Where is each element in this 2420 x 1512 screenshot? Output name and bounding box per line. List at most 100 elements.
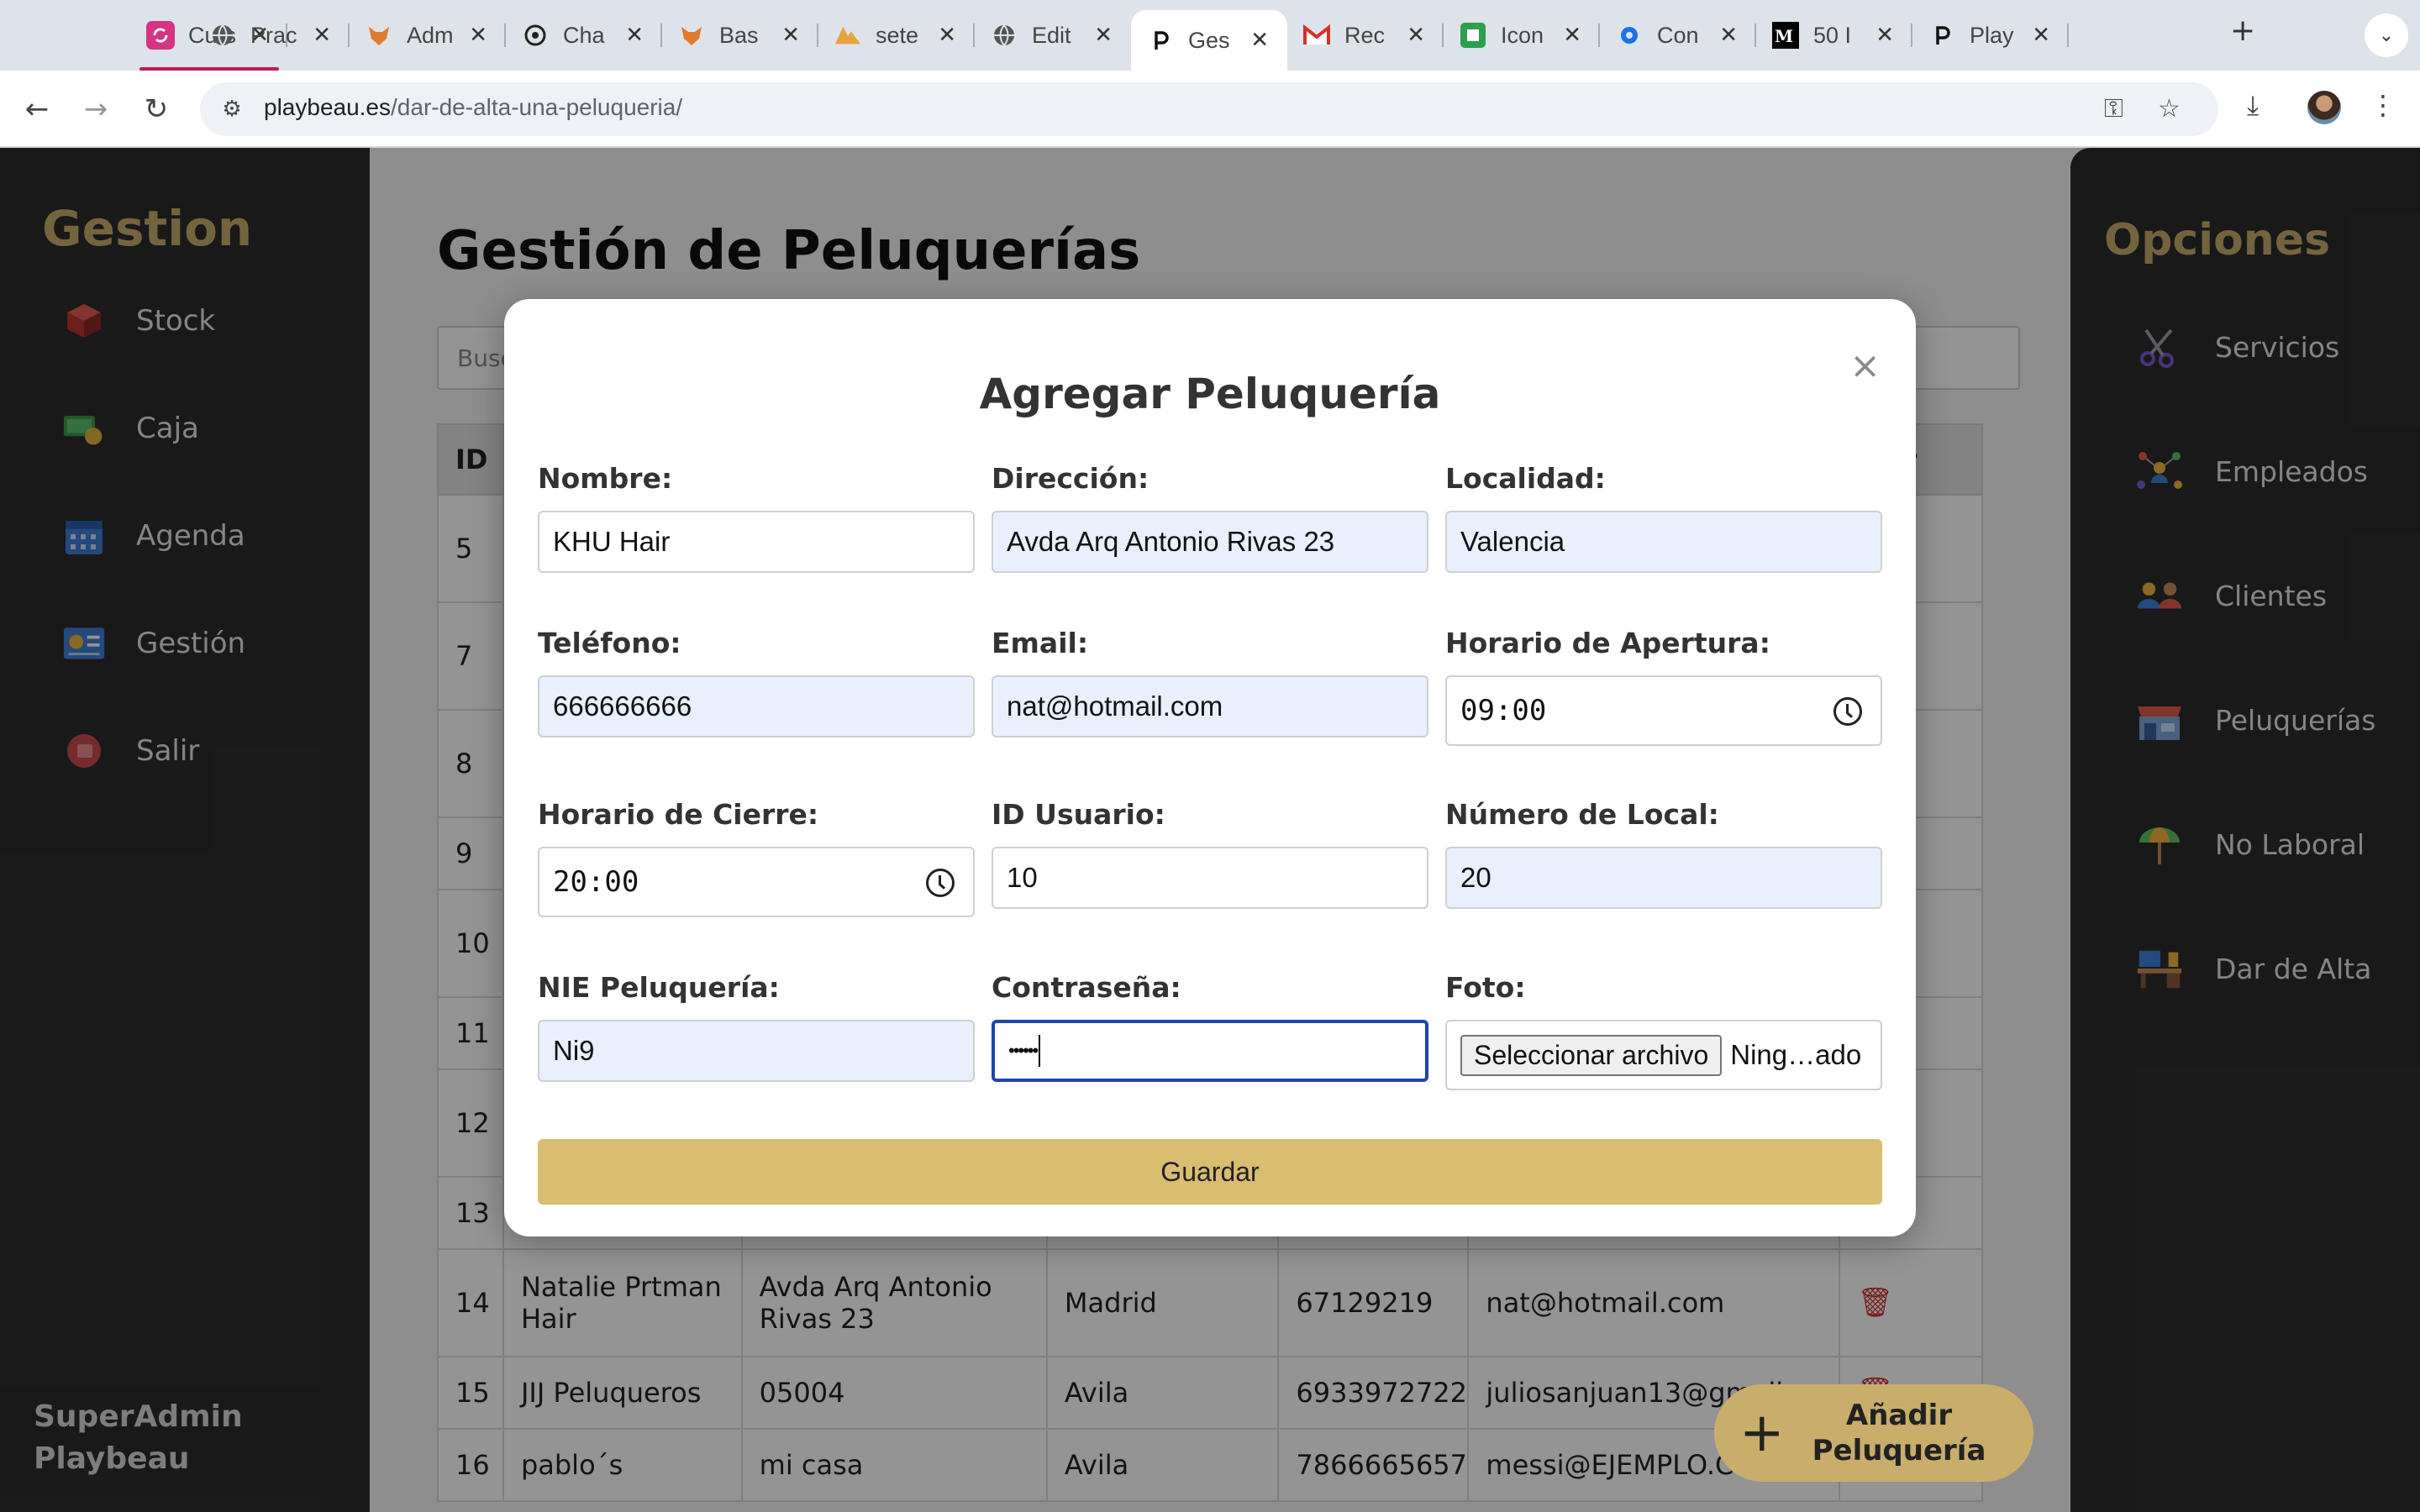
localidad-field: Localidad: Valencia: [1445, 462, 1882, 573]
browser-tab[interactable]: Rec ✕: [1287, 12, 1444, 59]
tab-separator: [2067, 24, 2069, 47]
tab-search-chevron-icon[interactable]: ⌄: [2365, 13, 2408, 57]
tab-title: Con: [1657, 22, 1699, 48]
tab-title: Rec: [1344, 22, 1386, 48]
globe-icon: [990, 21, 1018, 50]
nombre-field: Nombre: KHU Hair: [538, 462, 975, 573]
close-tab-icon[interactable]: ✕: [469, 23, 487, 48]
green-square-icon: [1459, 21, 1487, 50]
loop-app-icon: [146, 21, 175, 50]
browser-tab[interactable]: M 50 I ✕: [1756, 12, 1912, 59]
close-tab-icon[interactable]: ✕: [1563, 23, 1581, 48]
apertura-label: Horario de Apertura:: [1445, 627, 1770, 659]
close-tab-icon[interactable]: ✕: [1407, 23, 1425, 48]
id-usuario-input[interactable]: 10: [992, 847, 1428, 909]
close-tab-icon[interactable]: ✕: [781, 23, 800, 48]
tab-title: Bas: [719, 22, 759, 48]
save-button[interactable]: Guardar: [538, 1139, 1882, 1205]
browser-tab[interactable]: Edit ✕: [975, 12, 1131, 59]
close-tab-icon[interactable]: ✕: [1876, 23, 1894, 48]
browser-tab-strip: Curs ✕ Prac ✕ Adm ✕ Cha ✕ Bas ✕ sete ✕ Edit ✕ Ges ✕ Rec ✕…: [0, 0, 2420, 71]
new-tab-icon[interactable]: +: [2230, 13, 2255, 48]
localidad-label: Localidad:: [1445, 462, 1606, 495]
browser-toolbar: ← → ↻ ⚙ playbeau.es/dar-de-alta-una-pelu…: [0, 71, 2420, 148]
tab-title: Prac: [250, 22, 297, 48]
download-icon[interactable]: ⤓: [2247, 89, 2259, 122]
bookmark-star-icon[interactable]: ☆: [2158, 94, 2181, 123]
num-local-field: Número de Local: 20: [1445, 798, 1882, 909]
openai-icon: [521, 21, 550, 50]
apertura-time-input[interactable]: 09:00: [1445, 675, 1882, 746]
close-tab-icon[interactable]: ✕: [2032, 23, 2050, 48]
cierre-time-input[interactable]: 20:00: [538, 847, 975, 917]
gmail-icon: [1302, 21, 1331, 50]
password-key-icon[interactable]: ⚿: [2104, 94, 2123, 123]
add-peluqueria-button[interactable]: + Añadir Peluquería: [1714, 1384, 2033, 1482]
localidad-input[interactable]: Valencia: [1445, 511, 1882, 573]
browser-tab[interactable]: Icon ✕: [1444, 12, 1600, 59]
clock-icon[interactable]: [926, 869, 955, 897]
close-tab-icon[interactable]: ✕: [1250, 28, 1269, 53]
telefono-field: Teléfono: 666666666: [538, 627, 975, 738]
more-menu-icon[interactable]: ⋮: [2370, 89, 2396, 121]
back-icon[interactable]: ←: [17, 89, 57, 129]
close-tab-icon[interactable]: ✕: [1094, 23, 1113, 48]
browser-tab[interactable]: sete ✕: [818, 12, 975, 59]
browser-tab[interactable]: Adm ✕: [350, 12, 506, 59]
fox-icon: [365, 21, 393, 50]
browser-tab[interactable]: Prac ✕: [193, 12, 350, 59]
close-tab-icon[interactable]: ✕: [1719, 23, 1738, 48]
playbeau-icon: [1146, 26, 1175, 55]
num-local-label: Número de Local:: [1445, 798, 1719, 831]
nombre-input[interactable]: KHU Hair: [538, 511, 975, 573]
pma-icon: [834, 21, 862, 50]
close-tab-icon[interactable]: ✕: [938, 23, 956, 48]
direccion-field: Dirección: Avda Arq Antonio Rivas 23: [992, 462, 1428, 573]
num-local-input[interactable]: 20: [1445, 847, 1882, 909]
browser-tab[interactable]: Ges ✕: [1131, 10, 1287, 71]
tab-title: Play: [1970, 22, 2014, 48]
password-label: Contraseña:: [992, 971, 1181, 1004]
id-usuario-label: ID Usuario:: [992, 798, 1165, 831]
playbeau-icon: [1928, 21, 1956, 50]
cierre-value: 20:00: [553, 865, 639, 899]
browser-tab[interactable]: Play ✕: [1912, 12, 2069, 59]
globe-icon: [208, 21, 237, 50]
email-label: Email:: [992, 627, 1089, 659]
telefono-input[interactable]: 666666666: [538, 675, 975, 738]
telefono-label: Teléfono:: [538, 627, 681, 659]
tab-title: Ges: [1188, 27, 1230, 53]
browser-tab[interactable]: Cha ✕: [506, 12, 662, 59]
tab-title: 50 I: [1813, 22, 1852, 48]
profile-avatar[interactable]: [2307, 91, 2341, 124]
reload-icon[interactable]: ↻: [136, 89, 176, 129]
fab-label-line1: Añadir: [1845, 1399, 1953, 1432]
cierre-field: Horario de Cierre: 20:00: [538, 798, 975, 917]
password-input[interactable]: ••••••: [992, 1020, 1428, 1082]
nie-input[interactable]: Ni9: [538, 1020, 975, 1082]
direccion-input[interactable]: Avda Arq Antonio Rivas 23: [992, 511, 1428, 573]
nie-field: NIE Peluquería: Ni9: [538, 971, 975, 1082]
close-tab-icon[interactable]: ✕: [313, 23, 331, 48]
address-bar[interactable]: ⚙ playbeau.es/dar-de-alta-una-peluqueria…: [200, 82, 2218, 136]
tab-title: Cha: [563, 22, 605, 48]
svg-text:M: M: [1775, 26, 1793, 46]
page: Gestion Stock Caja Agenda Gestión Salir Supe…: [0, 148, 2420, 1512]
gear-icon: [1615, 21, 1644, 50]
browser-tab[interactable]: Bas ✕: [662, 12, 818, 59]
file-status: Ning…ado: [1730, 1039, 1862, 1070]
email-input[interactable]: nat@hotmail.com: [992, 675, 1428, 738]
nie-label: NIE Peluquería:: [538, 971, 780, 1004]
site-info-icon[interactable]: ⚙: [218, 96, 245, 123]
select-file-button[interactable]: Seleccionar archivo: [1460, 1034, 1723, 1076]
forward-icon[interactable]: →: [76, 89, 116, 129]
modal-title: Agregar Peluquería: [979, 370, 1441, 418]
clock-icon[interactable]: [1833, 697, 1862, 726]
browser-tab[interactable]: Con ✕: [1600, 12, 1756, 59]
text-caret: [1039, 1035, 1041, 1067]
fab-label-line2: Peluquería: [1812, 1434, 1986, 1467]
tab-title: Edit: [1032, 22, 1071, 48]
url-text[interactable]: playbeau.es/dar-de-alta-una-peluqueria/: [264, 94, 682, 121]
add-peluqueria-modal: × Agregar Peluquería Nombre: KHU Hair Di…: [504, 299, 1916, 1236]
close-tab-icon[interactable]: ✕: [625, 23, 644, 48]
